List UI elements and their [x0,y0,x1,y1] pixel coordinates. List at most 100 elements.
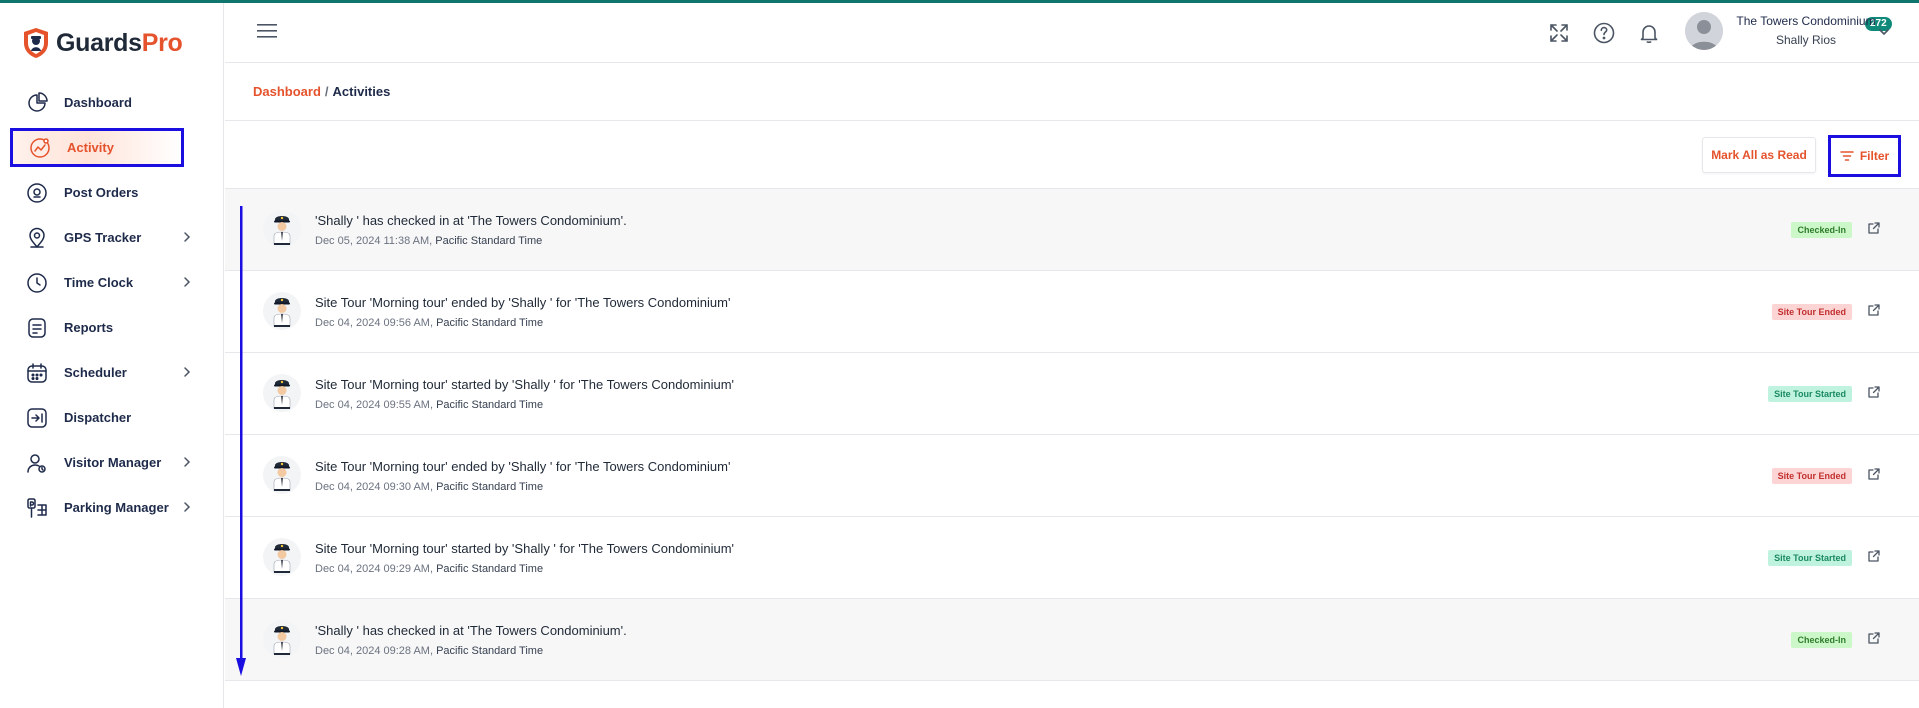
hamburger-menu-icon[interactable] [257,23,277,39]
sidebar-item-label: Parking Manager [64,500,169,515]
status-badge: Site Tour Ended [1771,468,1852,484]
sidebar-item-parking-manager[interactable]: Parking Manager [0,485,224,530]
filter-button-label: Filter [1859,149,1890,163]
activity-row: Site Tour 'Morning tour' started by 'Sha… [225,353,1919,435]
activity-timestamp: Dec 04, 2024 09:56 AM, Pacific Standard … [315,317,543,329]
activity-date: Dec 04, 2024 09:29 AM, [315,563,434,575]
sidebar-item-label: Visitor Manager [64,455,162,470]
breadcrumb-current: Activities [332,84,391,99]
activity-date: Dec 05, 2024 11:38 AM, [315,235,433,247]
chevron-right-icon[interactable] [180,500,194,514]
activity-row: Site Tour 'Morning tour' started by 'Sha… [225,517,1919,599]
guard-avatar-icon [263,538,301,576]
scroll-direction-arrow-icon [236,206,246,676]
activity-row: 'Shally ' has checked in at 'The Towers … [225,599,1919,681]
external-link-icon[interactable] [1867,549,1881,563]
external-link-icon[interactable] [1867,631,1881,645]
mark-all-read-button[interactable]: Mark All as Read [1702,137,1816,173]
chevron-right-icon[interactable] [180,365,194,379]
chevron-right-icon[interactable] [180,230,194,244]
sidebar-item-reports[interactable]: Reports [0,305,224,350]
activity-timezone: Pacific Standard Time [436,645,544,657]
breadcrumb-separator: / [324,84,329,99]
sidebar-item-dashboard[interactable]: Dashboard [0,80,224,125]
external-link-icon[interactable] [1867,221,1881,235]
breadcrumb-dashboard-link[interactable]: Dashboard [253,84,321,99]
status-badge: Site Tour Started [1768,386,1852,402]
sidebar-item-label: Dashboard [64,95,132,110]
brand-name-part2: Pro [141,28,183,57]
sidebar-item-label: Activity [67,140,114,155]
activity-message: 'Shally ' has checked in at 'The Towers … [315,623,627,638]
activity-row: 'Shally ' has checked in at 'The Towers … [225,189,1919,271]
activity-timezone: Pacific Standard Time [436,563,544,575]
sidebar-item-dispatcher[interactable]: Dispatcher [0,395,224,440]
help-icon[interactable] [1592,21,1616,45]
activity-timezone: Pacific Standard Time [436,317,544,329]
chevron-right-icon[interactable] [180,275,194,289]
external-link-icon[interactable] [1867,467,1881,481]
breadcrumb: Dashboard / Activities [253,84,390,99]
sidebar-item-scheduler[interactable]: Scheduler [0,350,224,395]
activity-timezone: Pacific Standard Time [436,481,544,493]
status-badge: Site Tour Started [1768,550,1852,566]
chevron-right-icon[interactable] [180,455,194,469]
sidebar-item-activity[interactable]: Activity [10,128,184,167]
filter-icon [1840,151,1854,161]
external-link-icon[interactable] [1867,385,1881,399]
status-badge: Checked-In [1791,632,1852,648]
sidebar-item-label: Scheduler [64,365,127,380]
location-pin-icon [26,182,48,204]
activity-row: Site Tour 'Morning tour' ended by 'Shall… [225,435,1919,517]
fullscreen-icon[interactable] [1547,21,1571,45]
activity-timestamp: Dec 04, 2024 09:28 AM, Pacific Standard … [315,645,543,657]
sidebar-item-label: Reports [64,320,114,335]
notification-bell-icon[interactable] [1637,21,1661,45]
guard-shield-icon [24,28,48,58]
activity-timestamp: Dec 04, 2024 09:30 AM, Pacific Standard … [315,481,543,493]
activity-date: Dec 04, 2024 09:28 AM, [315,645,434,657]
calendar-icon [26,362,48,384]
breadcrumb-bar: Dashboard / Activities [225,63,1919,121]
activity-message: Site Tour 'Morning tour' ended by 'Shall… [315,459,731,474]
activity-timestamp: Dec 04, 2024 09:29 AM, Pacific Standard … [315,563,543,575]
organization-name[interactable]: The Towers Condominium [1731,14,1881,28]
activity-timestamp: Dec 04, 2024 09:55 AM, Pacific Standard … [315,399,543,411]
guard-avatar-icon [263,456,301,494]
activity-row: Site Tour 'Morning tour' ended by 'Shall… [225,271,1919,353]
sidebar-item-label: Dispatcher [64,410,132,425]
sidebar-item-visitor-manager[interactable]: Visitor Manager [0,440,224,485]
sidebar-item-label: Time Clock [64,275,134,290]
report-icon [26,317,48,339]
activity-date: Dec 04, 2024 09:30 AM, [315,481,434,493]
guard-avatar-icon [263,620,301,658]
activity-icon [29,137,51,159]
user-name[interactable]: Shally Rios [1731,33,1881,47]
filter-button[interactable]: Filter [1828,135,1901,177]
sidebar-item-time-clock[interactable]: Time Clock [0,260,224,305]
sidebar-item-gps-tracker[interactable]: GPS Tracker [0,215,224,260]
activity-list: 'Shally ' has checked in at 'The Towers … [225,189,1919,681]
activity-timestamp: Dec 05, 2024 11:38 AM, Pacific Standard … [315,235,542,247]
parking-icon [26,497,48,519]
guard-avatar-icon [263,210,301,248]
sidebar: GuardsPro Dashboard Activity Post Orders GP… [0,3,224,708]
activity-timezone: Pacific Standard Time [436,399,544,411]
dispatch-icon [26,407,48,429]
sidebar-nav: Dashboard Activity Post Orders GPS Tracker T… [0,80,224,530]
status-badge: Site Tour Ended [1771,304,1852,320]
topbar: 272 The Towers Condominium Shally Rios [225,3,1919,63]
external-link-icon[interactable] [1867,303,1881,317]
sidebar-item-post-orders[interactable]: Post Orders [0,170,224,215]
brand-name-part1: Guards [56,28,142,57]
activity-message: Site Tour 'Morning tour' ended by 'Shall… [315,295,731,310]
avatar[interactable] [1685,12,1723,50]
chevron-down-icon[interactable] [1877,25,1891,39]
activity-message: Site Tour 'Morning tour' started by 'Sha… [315,377,735,392]
pie-chart-icon [26,91,48,114]
user-avatar-icon [1685,12,1723,50]
brand-logo[interactable]: GuardsPro [22,27,183,59]
guard-avatar-icon [263,292,301,330]
actions-bar: Mark All as Read Filter [225,121,1919,189]
visitor-icon [26,452,48,474]
